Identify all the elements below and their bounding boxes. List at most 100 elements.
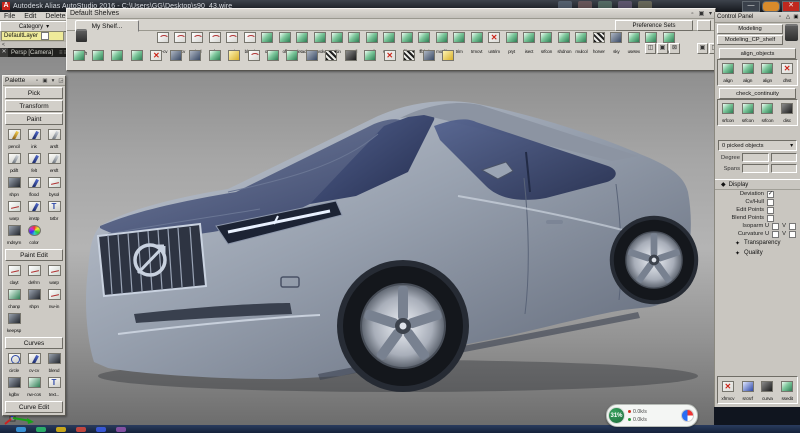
cp-shelf-dropdown[interactable]: Modeling_CP_shelf [717, 35, 783, 45]
minimize-button[interactable]: — [742, 1, 760, 12]
tab-align-objects[interactable]: align_objects [719, 48, 796, 59]
shelf-tool-button[interactable] [363, 48, 378, 66]
palette-tool-button[interactable]: bysol [44, 174, 64, 198]
cp-pin-icon[interactable]: ▫ [776, 14, 784, 20]
layer-visibility-checkbox[interactable] [41, 32, 49, 40]
shelf-tool-button[interactable] [71, 48, 86, 66]
palette-tool-button[interactable]: text... [44, 374, 64, 398]
taskbar-app-icon[interactable] [116, 427, 126, 432]
shelf-tool-button[interactable]: shdnon [557, 30, 570, 54]
shelf-tool-button[interactable]: isect [523, 30, 536, 54]
palette-tool-button[interactable]: ink [24, 126, 44, 150]
close-button[interactable]: ✕ [782, 1, 800, 12]
shelf-tool-button[interactable] [343, 48, 358, 66]
menu-item[interactable]: Delete [45, 13, 65, 20]
viewport-close-icon[interactable]: ✕ [0, 48, 8, 57]
display-option-checkbox[interactable] [767, 191, 774, 198]
cp-tool-button[interactable]: srfcon [739, 101, 756, 124]
display-option-checkbox[interactable] [767, 207, 774, 214]
tab-paint[interactable]: Paint [5, 113, 63, 125]
shelf-tool-button[interactable] [285, 48, 300, 66]
shelf-tool-button[interactable] [246, 48, 261, 66]
palette-titlebar[interactable]: Palette ▫ ▣ ▾ ◲ [3, 76, 65, 86]
palette-tool-button[interactable]: pencil [4, 126, 24, 150]
shelf-tool-button[interactable]: usetex [627, 30, 640, 54]
v-checkbox[interactable] [789, 231, 796, 238]
cp-tool-button[interactable]: srcsrf [739, 379, 756, 402]
shelf-tool-button[interactable]: mulcol [575, 30, 588, 54]
u-checkbox[interactable] [772, 231, 779, 238]
shelf-tool-button[interactable]: srfcon [540, 30, 553, 54]
tab-curve-edit[interactable]: Curve Edit [5, 401, 63, 413]
display-group-row[interactable]: ✦ Quality [715, 248, 800, 258]
menu-item[interactable]: File [4, 13, 15, 20]
shelves-titlebar[interactable]: Default Shelves ▫ ▣ ▾ [67, 9, 715, 19]
cp-tool-button[interactable]: dhst [779, 61, 796, 84]
shelf-tool-button[interactable] [90, 48, 105, 66]
field-input[interactable] [771, 164, 798, 173]
shelf-view-button[interactable]: ◫ [645, 43, 656, 54]
shelf-view-button[interactable]: ⊠ [669, 43, 680, 54]
display-header[interactable]: ◆ Display [715, 179, 800, 190]
layer-item-defaultlayer[interactable]: DefaultLayer [1, 31, 64, 41]
shelf-tool-button[interactable] [266, 48, 281, 66]
shelf-tool-button[interactable] [304, 48, 319, 66]
shelf-tool-button[interactable] [227, 48, 242, 66]
palette-menu-icon[interactable]: ▾ [49, 78, 57, 84]
palette-tool-button[interactable]: blend [44, 350, 64, 374]
palette-tool-button[interactable]: nw-cos [24, 374, 44, 398]
palette-tool-button[interactable]: cv-cv [24, 350, 44, 374]
maximize-button[interactable] [762, 1, 780, 12]
field-input[interactable] [771, 153, 798, 162]
cp-tool-button[interactable]: xfrmcv [719, 379, 736, 402]
palette-tool-button[interactable]: defrm [24, 262, 44, 286]
palette-tool-button[interactable]: shpn [4, 174, 24, 198]
shelf-tool-button[interactable] [149, 48, 164, 66]
shelf-tool-button[interactable]: pryt [505, 30, 518, 54]
network-monitor-widget[interactable]: 31% 0.0k/s 0.0k/s [606, 404, 698, 427]
palette-tool-button[interactable]: pdift [4, 150, 24, 174]
taskbar-app-icon[interactable] [16, 427, 26, 432]
shelves-restore-icon[interactable]: ▣ [697, 10, 706, 17]
palette-tool-button[interactable]: nw-in [44, 286, 64, 310]
palette-tool-button[interactable]: circle [4, 350, 24, 374]
cp-tool-button[interactable]: disc [779, 101, 796, 124]
u-checkbox[interactable] [772, 223, 779, 230]
palette-tool-button[interactable]: ersft [44, 150, 64, 174]
palette-tool-button[interactable]: warp [44, 262, 64, 286]
palette-tool-button[interactable]: keepsp [4, 310, 24, 334]
tab-pick[interactable]: Pick [5, 87, 63, 99]
taskbar-app-icon[interactable] [56, 427, 66, 432]
shelf-tool-button[interactable] [421, 48, 436, 66]
cp-tool-button[interactable]: curva [759, 379, 776, 402]
palette-restore-icon[interactable]: ▣ [41, 78, 49, 84]
shelf-tool-button[interactable] [441, 48, 456, 66]
cp-tool-button[interactable]: srfcon [719, 101, 736, 124]
shelf-tool-button[interactable]: trmcvt [470, 30, 483, 54]
taskbar-app-icon[interactable] [96, 427, 106, 432]
control-panel-titlebar[interactable]: Control Panel ▫ △ ▣ [715, 12, 800, 23]
shelf-tool-button[interactable] [402, 48, 417, 66]
shelf-view-button[interactable]: ▣ [697, 43, 708, 54]
cp-close-icon[interactable]: ▣ [792, 14, 800, 20]
shelf-tool-button[interactable]: untrim [488, 30, 501, 54]
taskbar-app-icon[interactable] [36, 427, 46, 432]
palette-tool-button[interactable]: kglbv [4, 374, 24, 398]
palette-tool-button[interactable]: felt [24, 150, 44, 174]
shelf-tool-button[interactable] [110, 48, 125, 66]
cp-tool-button[interactable]: srfcon [759, 101, 776, 124]
display-group-row[interactable]: ✦ Transparency [715, 238, 800, 248]
palette-tool-button[interactable]: color [24, 222, 44, 246]
palette-tool-button[interactable]: chanp [4, 286, 24, 310]
palette-tool-button[interactable]: arsft [44, 126, 64, 150]
shelf-tool-button[interactable] [168, 48, 183, 66]
menu-item[interactable]: Edit [24, 13, 36, 20]
shelf-tool-button[interactable] [188, 48, 203, 66]
tab-check-continuity[interactable]: check_continuity [719, 88, 796, 99]
palette-tool-button[interactable]: mdsym [4, 222, 24, 246]
cp-tool-button[interactable]: align [719, 61, 736, 84]
shelf-tool-button[interactable] [324, 48, 339, 66]
v-checkbox[interactable] [789, 223, 796, 230]
display-option-checkbox[interactable] [767, 199, 774, 206]
shelf-tool-button[interactable]: sky [610, 30, 623, 54]
